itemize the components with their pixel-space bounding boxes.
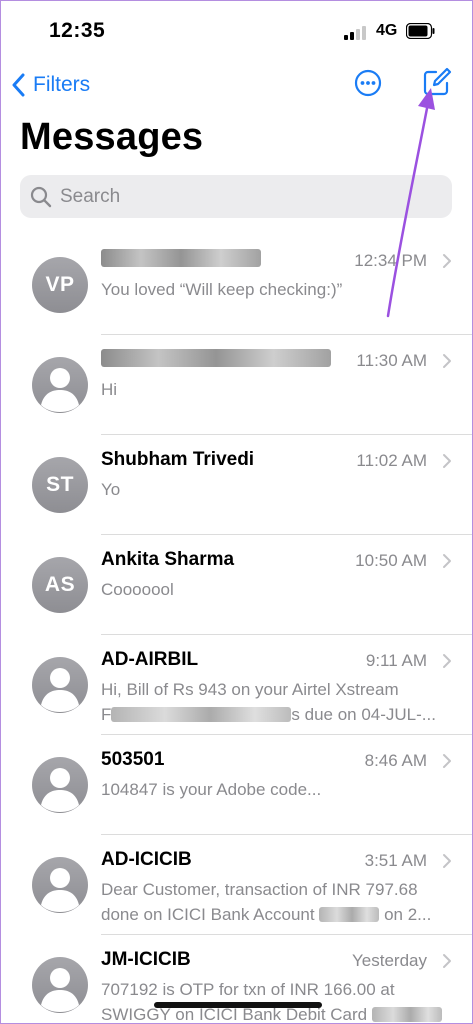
preview-line: 104847 is your Adobe code...: [101, 780, 322, 799]
message-time: 12:34 PM: [354, 251, 427, 270]
conversation-list: VP 12:34 PM You loved “Will keep checkin…: [1, 235, 472, 1023]
message-preview: Cooooool: [101, 577, 452, 602]
redacted-blur: [319, 907, 380, 922]
avatar: [32, 857, 88, 913]
contact-name: Shubham Trivedi: [101, 449, 255, 470]
home-indicator[interactable]: [154, 1002, 322, 1008]
redacted-blur: [111, 707, 292, 722]
message-preview: Dear Customer, transaction of INR 797.68…: [101, 877, 452, 927]
message-preview: Yo: [101, 477, 452, 502]
preview-line: Hi, Bill of Rs 943 on your Airtel Xstrea…: [101, 680, 399, 699]
filters-back-label: Filters: [33, 73, 91, 96]
preview-line: You loved “Will keep checking:)”: [101, 280, 343, 299]
preview-text: done on ICICI Bank Account: [101, 905, 315, 924]
preview-line: Fs due on 04-JUL-...: [101, 702, 452, 727]
contact-name: JM-ICICIB: [101, 949, 191, 970]
person-icon: [41, 968, 79, 1012]
conversation-row[interactable]: AD-ICICIB 3:51 AM Dear Customer, transac…: [1, 835, 472, 935]
chevron-right-icon: [443, 354, 451, 368]
avatar: [32, 357, 88, 413]
message-time: 9:11 AM: [365, 651, 427, 670]
screen: 12:35 4G Filters Messages Search VP 12:3…: [0, 0, 473, 1024]
chevron-right-icon: [443, 854, 451, 868]
network-type: 4G: [376, 22, 398, 39]
avatar: AS: [32, 557, 88, 613]
preview-line: done on ICICI Bank Account on 2...: [101, 902, 452, 927]
person-icon: [41, 768, 79, 812]
conversation-row[interactable]: AS Ankita Sharma 10:50 AM Cooooool: [1, 535, 472, 635]
conversation-row[interactable]: ST Shubham Trivedi 11:02 AM Yo: [1, 435, 472, 535]
page-title: Messages: [20, 116, 204, 158]
avatar: [32, 757, 88, 813]
conversation-row[interactable]: 11:30 AM Hi: [1, 335, 472, 435]
message-preview: 707192 is OTP for txn of INR 166.00 at S…: [101, 977, 452, 1023]
avatar-initials: VP: [45, 273, 75, 296]
search-icon: [30, 186, 52, 207]
conversation-row[interactable]: 503501 8:46 AM 104847 is your Adobe code…: [1, 735, 472, 835]
preview-text: s due on 04-JUL-...: [291, 705, 436, 724]
preview-line: 707192 is OTP for txn of INR 166.00 at: [101, 980, 395, 999]
preview-line: Yo: [101, 480, 121, 499]
chevron-right-icon: [443, 654, 451, 668]
message-time: 11:02 AM: [356, 451, 427, 470]
contact-name: Ankita Sharma: [101, 549, 235, 570]
preview-text: on 2...: [384, 905, 432, 924]
conversation-row[interactable]: JM-ICICIB Yesterday 707192 is OTP for tx…: [1, 935, 472, 1023]
person-icon: [41, 868, 79, 912]
chevron-right-icon: [443, 454, 451, 468]
message-preview: You loved “Will keep checking:)”: [101, 277, 452, 302]
status-time: 12:35: [49, 19, 106, 42]
preview-line: Hi: [101, 380, 118, 399]
person-icon: [41, 368, 79, 412]
message-time: 10:50 AM: [355, 551, 427, 570]
contact-name: AD-AIRBIL: [101, 649, 199, 670]
compose-button[interactable]: [422, 67, 452, 97]
search-bar[interactable]: [20, 175, 452, 218]
compose-icon: [423, 67, 452, 96]
chevron-left-icon: [12, 73, 25, 97]
message-preview: Hi: [101, 377, 452, 402]
chevron-right-icon: [443, 254, 451, 268]
avatar-initials: AS: [44, 573, 76, 596]
more-options-button[interactable]: [354, 69, 382, 97]
person-icon: [41, 668, 79, 712]
avatar: ST: [32, 457, 88, 513]
avatar: VP: [32, 257, 88, 313]
chevron-right-icon: [443, 754, 451, 768]
avatar-initials: ST: [46, 473, 74, 496]
avatar: [32, 657, 88, 713]
message-time: Yesterday: [352, 951, 427, 970]
contact-name-redacted: [101, 249, 261, 271]
message-preview: Hi, Bill of Rs 943 on your Airtel Xstrea…: [101, 677, 452, 727]
preview-line: Dear Customer, transaction of INR 797.68: [101, 880, 418, 899]
conversation-row[interactable]: AD-AIRBIL 9:11 AM Hi, Bill of Rs 943 on …: [1, 635, 472, 735]
avatar: [32, 957, 88, 1013]
cellular-signal-icon: [344, 26, 370, 40]
message-time: 3:51 AM: [364, 851, 427, 870]
chevron-right-icon: [443, 954, 451, 968]
battery-icon: [405, 22, 435, 40]
message-time: 8:46 AM: [364, 751, 427, 770]
filters-back-button[interactable]: Filters: [11, 71, 90, 99]
preview-line: Cooooool: [101, 580, 174, 599]
redacted-name-blur: [101, 249, 261, 267]
contact-name: 503501: [101, 749, 165, 770]
ellipsis-circle-icon: [354, 69, 382, 97]
preview-text: F: [101, 705, 112, 724]
redacted-blur: [371, 1007, 442, 1022]
contact-name: AD-ICICIB: [101, 849, 192, 870]
conversation-row[interactable]: VP 12:34 PM You loved “Will keep checkin…: [1, 235, 472, 335]
chevron-right-icon: [443, 554, 451, 568]
status-bar: 12:35 4G: [1, 1, 472, 61]
redacted-name-blur: [101, 349, 331, 367]
search-input[interactable]: [60, 185, 420, 208]
message-time: 11:30 AM: [356, 351, 427, 370]
message-preview: 104847 is your Adobe code...: [101, 777, 452, 802]
contact-name-redacted: [101, 349, 331, 371]
